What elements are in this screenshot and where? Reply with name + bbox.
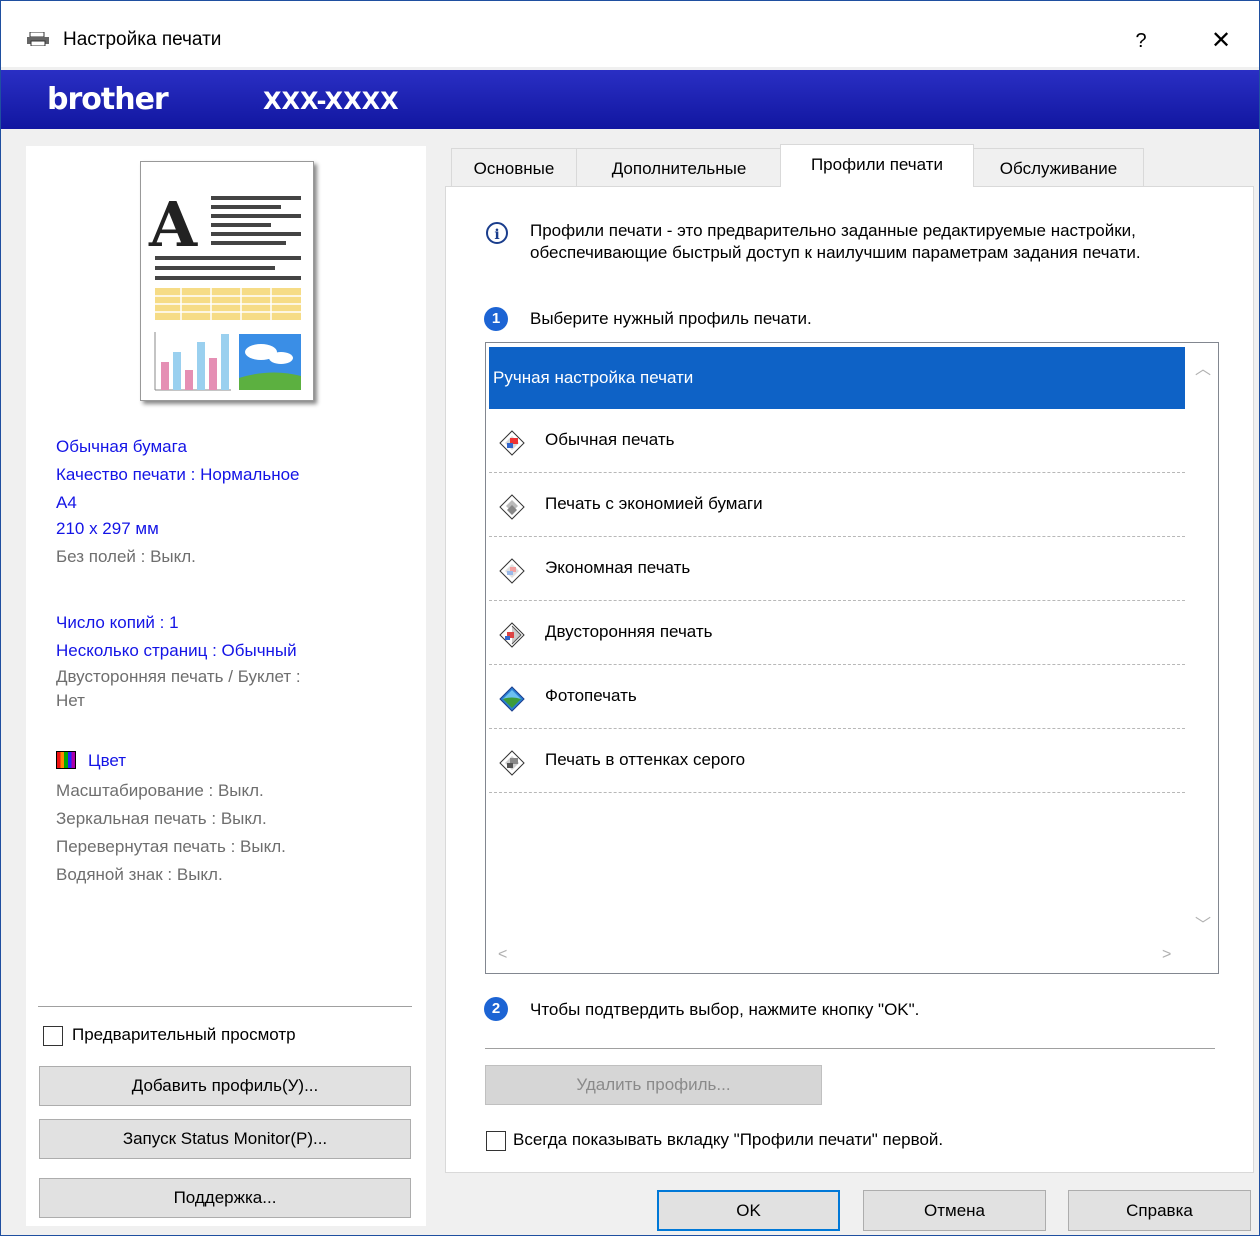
scroll-left-icon[interactable]: < [498,946,507,964]
settings-summary-panel: A Обычная бумага Качество печати: Норма… [26,146,426,1226]
support-button[interactable]: Поддержка... [39,1178,411,1218]
tab-print-profiles[interactable]: Профили печати [780,144,974,187]
delete-profile-button[interactable]: Удалить профиль... [485,1065,822,1105]
summary-paper-type: Обычная бумага [56,437,187,456]
profiles-info-text: Профили печати - это предварительно зада… [530,221,1141,262]
step-1-text: Выберите нужный профиль печати. [530,309,812,328]
summary-color: Цвет [56,751,126,771]
tab-advanced[interactable]: Дополнительные [576,148,782,186]
summary-copies: Число копий : 1 [56,613,179,632]
duplex-print-icon [499,622,525,648]
list-item-duplex[interactable]: Двусторонняя печать [489,602,1185,665]
right-separator [485,1048,1215,1049]
list-item-economy[interactable]: Экономная печать [489,538,1185,601]
always-show-checkbox[interactable] [486,1131,506,1151]
tab-basic[interactable]: Основные [451,148,577,186]
summary-quality: Качество печати : Нормальное [56,465,300,484]
list-item-photo[interactable]: Фотопечать [489,666,1185,729]
printer-icon [27,31,49,50]
always-show-label[interactable]: Всегда показывать вкладку "Профили печат… [513,1130,943,1150]
photo-print-icon [499,686,525,712]
summary-borderless: Без полей : Выкл. [56,547,196,566]
list-item-label: Обычная печать [545,430,675,449]
list-item-label: Печать с экономией бумаги [545,494,763,513]
summary-reverse: Перевернутая печать : Выкл. [56,837,286,856]
help-button[interactable]: ? [1121,23,1161,59]
cancel-button[interactable]: Отмена [863,1190,1046,1231]
preview-checkbox[interactable] [43,1026,63,1046]
summary-duplex: Двусторонняя печать / Буклет : [56,667,301,686]
summary-color-label: Цвет [88,751,127,770]
list-item-label: Двусторонняя печать [545,622,713,641]
economy-print-icon [499,558,525,584]
list-item-paper-saving[interactable]: Печать с экономией бумаги [489,474,1185,537]
step-2-icon: 2 [484,997,508,1021]
preview-checkbox-label[interactable]: Предварительный просмотр [72,1025,296,1045]
color-icon [56,751,76,769]
print-settings-window: Настройка печати ? ✕ brother XXX-XXXX A [0,0,1260,1236]
summary-watermark: Водяной знак : Выкл. [56,865,223,884]
step-2-text: Чтобы подтвердить выбор, нажмите кнопку … [530,1000,920,1019]
paper-saving-icon [499,494,525,520]
normal-print-icon [499,430,525,456]
print-profiles-panel: i Профили печати - это предварительно за… [445,186,1254,1173]
close-button[interactable]: ✕ [1199,23,1243,59]
profiles-listbox[interactable]: Ручная настройка печати Обычная печать П… [485,342,1219,974]
ok-button[interactable]: OK [657,1190,840,1231]
list-item-label: Печать в оттенках серого [545,750,746,769]
summary-mirror: Зеркальная печать : Выкл. [56,809,267,828]
list-item-label: Фотопечать [545,686,637,705]
list-item-manual[interactable]: Ручная настройка печати [489,347,1185,409]
tab-maintenance[interactable]: Обслуживание [973,148,1144,186]
info-icon: i [486,222,508,244]
summary-scaling: Масштабирование : Выкл. [56,781,264,800]
horizontal-scrollbar[interactable]: < > [486,939,1218,973]
title-bar: Настройка печати ? ✕ [1,1,1259,67]
help-dialog-button[interactable]: Справка [1068,1190,1251,1231]
window-title: Настройка печати [63,29,222,50]
vertical-scrollbar[interactable]: ︿ ﹀ [1186,343,1218,939]
scroll-down-icon[interactable]: ﹀ [1195,911,1211,935]
scroll-right-icon[interactable]: > [1162,946,1171,964]
scroll-up-icon[interactable]: ︿ [1195,355,1211,379]
page-preview-image: A [140,161,314,401]
step-1-icon: 1 [484,307,508,331]
add-profile-button[interactable]: Добавить профиль(У)... [39,1066,411,1106]
summary-multipage: Несколько страниц : Обычный [56,641,297,660]
summary-paper-size: A4 [56,493,77,512]
svg-text:A: A [148,188,198,261]
printer-model: XXX-XXXX [263,87,399,115]
list-item-normal[interactable]: Обычная печать [489,410,1185,473]
list-item-label: Экономная печать [545,558,691,577]
brother-logo: brother [47,82,169,117]
status-monitor-button[interactable]: Запуск Status Monitor(P)... [39,1119,411,1159]
list-item-grayscale[interactable]: Печать в оттенках серого [489,730,1185,793]
grayscale-print-icon [499,750,525,776]
brand-bar: brother XXX-XXXX [1,70,1259,129]
summary-duplex-value: Нет [56,691,85,710]
left-separator [38,1006,412,1007]
summary-dimensions: 210 x 297 мм [56,519,159,538]
